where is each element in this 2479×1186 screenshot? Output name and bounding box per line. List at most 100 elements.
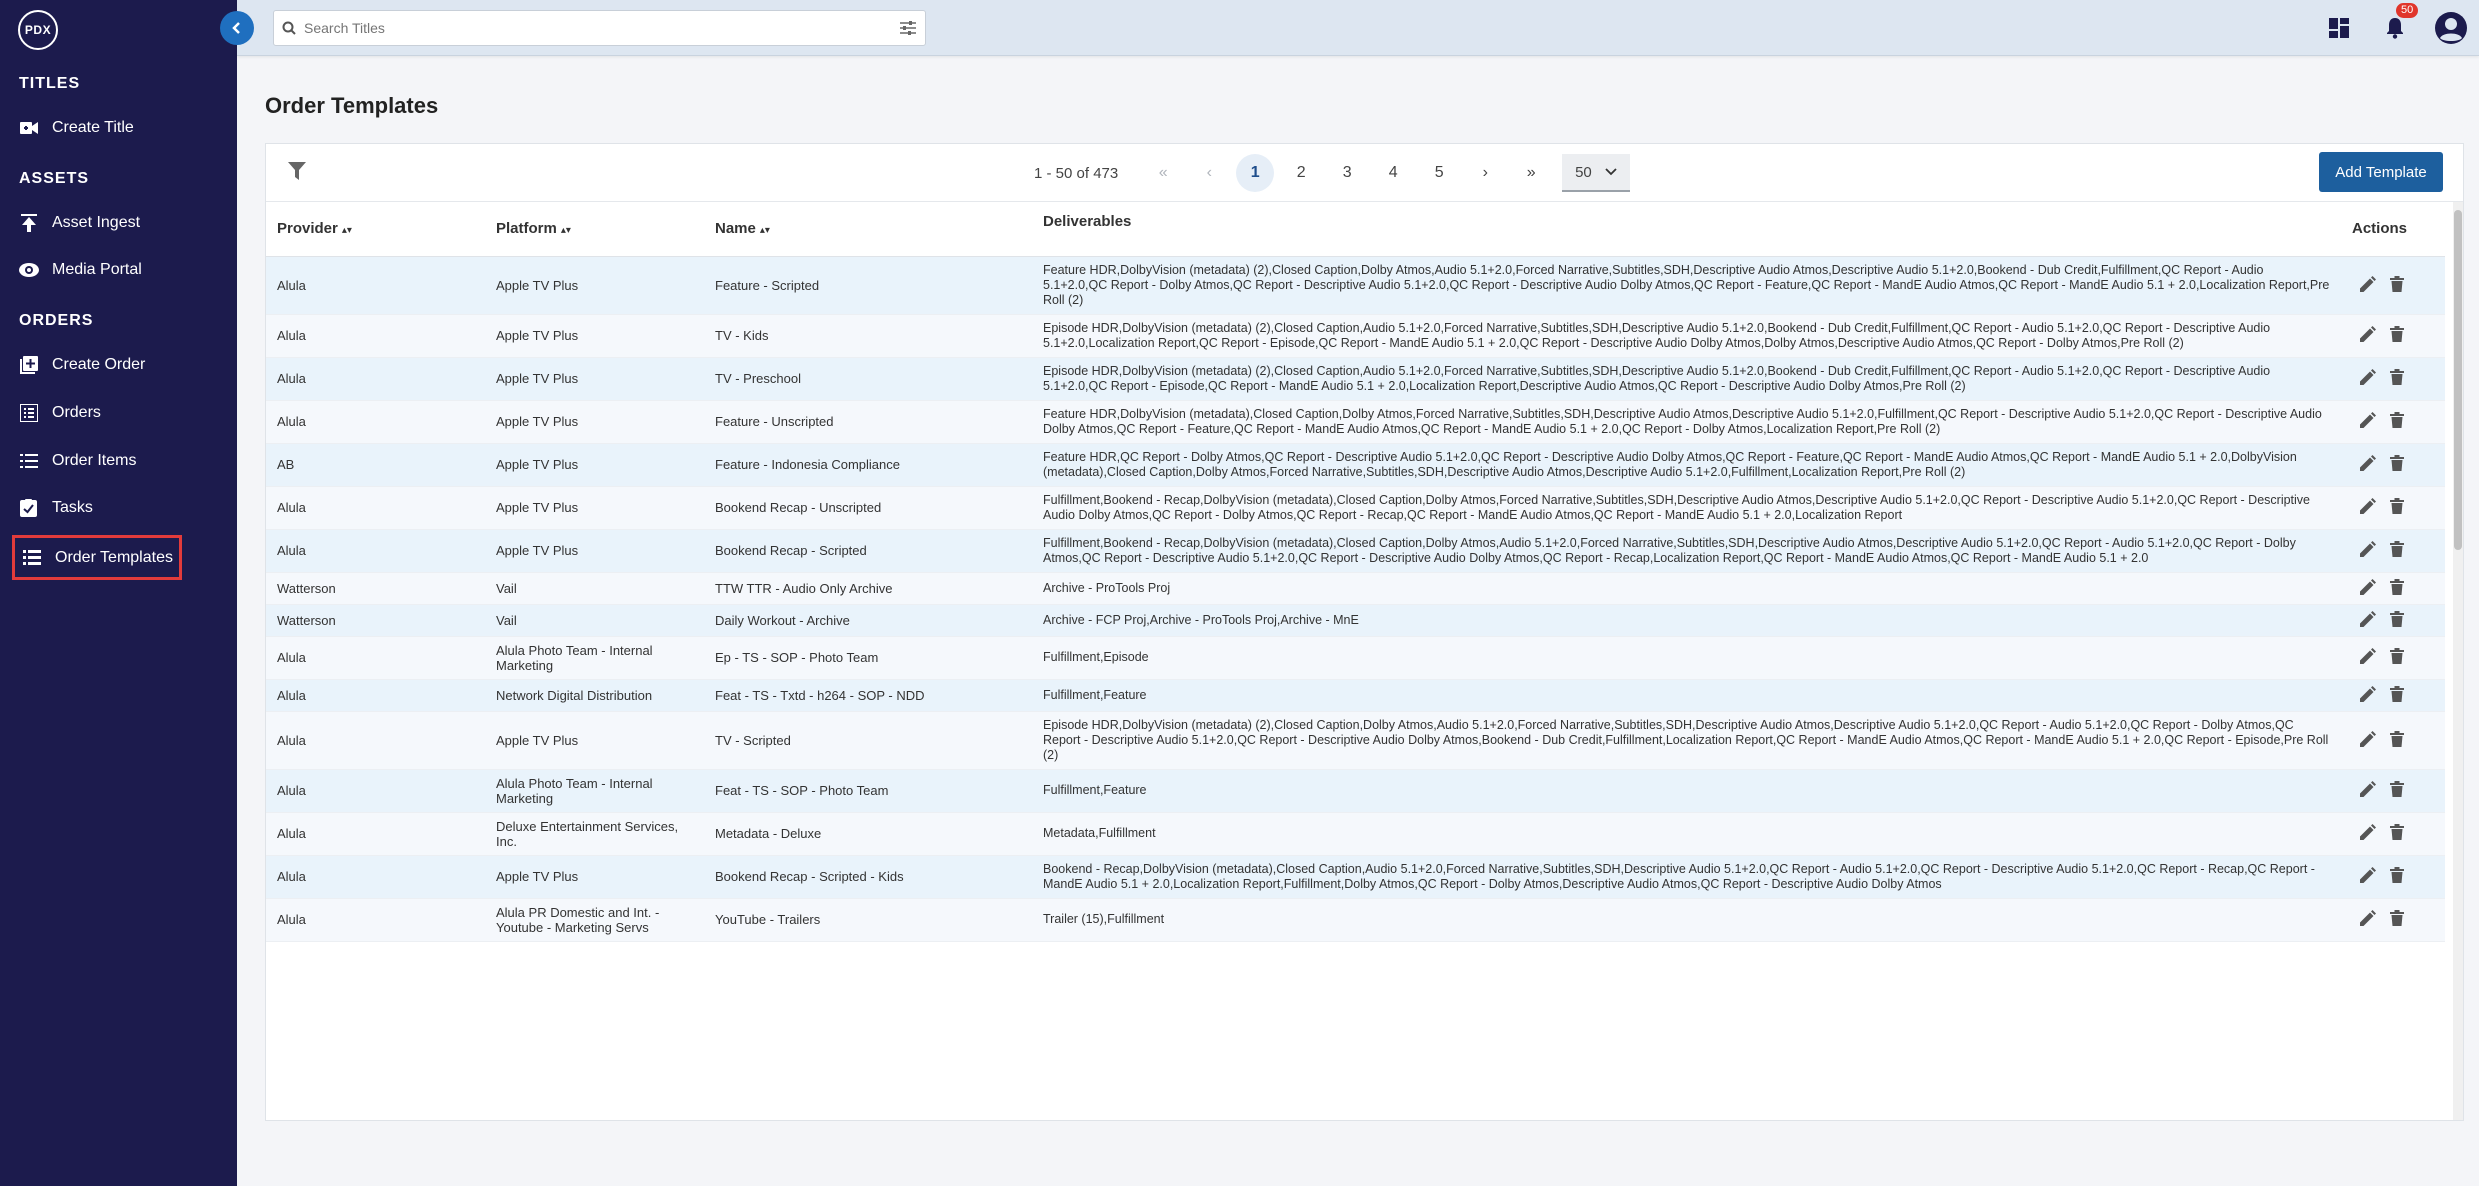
delete-icon[interactable] (2390, 610, 2404, 630)
notifications-button[interactable]: 50 (2367, 3, 2423, 39)
table-row[interactable]: Alula Apple TV Plus Bookend Recap - Scri… (266, 855, 2445, 899)
filter-icon[interactable] (288, 162, 306, 185)
first-page-button[interactable]: « (1140, 154, 1186, 192)
app-logo[interactable]: PDX (18, 10, 58, 50)
column-header-platform[interactable]: Platform ▴▾ (485, 202, 704, 257)
table-row[interactable]: Alula Apple TV Plus Feature - Scripted F… (266, 256, 2445, 315)
table-toolbar: 1 - 50 of 473 « ‹ 1 2 3 4 5 › » 50 Add T… (266, 144, 2463, 202)
table-row[interactable]: Alula Alula Photo Team - Internal Market… (266, 636, 2445, 680)
delete-icon[interactable] (2390, 455, 2404, 474)
edit-icon[interactable] (2360, 275, 2376, 295)
cell-provider: Alula (266, 256, 485, 315)
edit-icon[interactable] (2360, 498, 2376, 517)
eye-icon (18, 259, 40, 281)
edit-icon[interactable] (2360, 685, 2376, 705)
next-page-button[interactable]: › (1462, 154, 1508, 192)
table-row[interactable]: Alula Deluxe Entertainment Services, Inc… (266, 812, 2445, 856)
delete-icon[interactable] (2390, 730, 2404, 750)
dashboard-button[interactable] (2311, 18, 2367, 38)
edit-icon[interactable] (2360, 412, 2376, 431)
sidebar-item-order-templates[interactable]: Order Templates (12, 535, 182, 580)
table-row[interactable]: Alula Network Digital Distribution Feat … (266, 679, 2445, 712)
upload-icon (18, 212, 40, 234)
cell-name: Bookend Recap - Unscripted (704, 486, 1032, 530)
collapse-sidebar-button[interactable] (220, 11, 254, 45)
video-plus-icon (18, 117, 40, 139)
delete-icon[interactable] (2390, 685, 2404, 705)
sidebar-item-media-portal[interactable]: Media Portal (12, 250, 182, 290)
cell-platform: Alula Photo Team - Internal Marketing (485, 636, 704, 680)
table-row[interactable]: Watterson Vail TTW TTR - Audio Only Arch… (266, 572, 2445, 605)
sidebar-item-asset-ingest[interactable]: Asset Ingest (12, 203, 182, 243)
edit-icon[interactable] (2360, 910, 2376, 929)
edit-icon[interactable] (2360, 610, 2376, 630)
page-button-1[interactable]: 1 (1236, 154, 1275, 192)
column-header-name[interactable]: Name ▴▾ (704, 202, 1032, 257)
delete-icon[interactable] (2390, 824, 2404, 843)
edit-icon[interactable] (2360, 648, 2376, 667)
delete-icon[interactable] (2390, 648, 2404, 667)
delete-icon[interactable] (2390, 781, 2404, 800)
delete-icon[interactable] (2390, 369, 2404, 388)
edit-icon[interactable] (2360, 781, 2376, 800)
sidebar-item-create-title[interactable]: Create Title (12, 108, 182, 148)
page-size-value: 50 (1575, 163, 1592, 181)
page-button-5[interactable]: 5 (1416, 154, 1462, 192)
table-row[interactable]: Alula Alula Photo Team - Internal Market… (266, 769, 2445, 813)
pagination-range: 1 - 50 of 473 (1034, 164, 1119, 182)
table-row[interactable]: Alula Apple TV Plus Bookend Recap - Scri… (266, 529, 2445, 573)
table-row[interactable]: Alula Apple TV Plus Bookend Recap - Unsc… (266, 486, 2445, 530)
sidebar-item-label: Order Templates (55, 548, 173, 566)
column-label: Actions (2352, 220, 2408, 238)
table-scrollbar-thumb[interactable] (2454, 210, 2462, 550)
delete-icon[interactable] (2390, 541, 2404, 560)
column-header-provider[interactable]: Provider ▴▾ (266, 202, 485, 257)
prev-page-button[interactable]: ‹ (1186, 154, 1232, 192)
delete-icon[interactable] (2390, 910, 2404, 929)
table-row[interactable]: Alula Apple TV Plus TV - Scripted Episod… (266, 711, 2445, 770)
edit-icon[interactable] (2360, 867, 2376, 886)
sidebar-item-orders[interactable]: Orders (12, 393, 182, 433)
edit-icon[interactable] (2360, 369, 2376, 388)
cell-name: TV - Preschool (704, 357, 1032, 401)
filter-settings-icon[interactable] (891, 21, 925, 35)
page-button-2[interactable]: 2 (1278, 154, 1324, 192)
cell-deliverables: Episode HDR,DolbyVision (metadata) (2),C… (1032, 357, 2341, 401)
table-row[interactable]: Watterson Vail Daily Workout - Archive A… (266, 604, 2445, 637)
table-row[interactable]: AB Apple TV Plus Feature - Indonesia Com… (266, 443, 2445, 487)
delete-icon[interactable] (2390, 578, 2404, 598)
edit-icon[interactable] (2360, 730, 2376, 750)
sidebar-item-tasks[interactable]: Tasks (12, 488, 182, 528)
delete-icon[interactable] (2390, 412, 2404, 431)
cell-platform: Apple TV Plus (485, 486, 704, 530)
delete-icon[interactable] (2390, 498, 2404, 517)
edit-icon[interactable] (2360, 578, 2376, 598)
add-template-button[interactable]: Add Template (2319, 152, 2443, 192)
edit-icon[interactable] (2360, 541, 2376, 560)
last-page-button[interactable]: » (1508, 154, 1554, 192)
table-row[interactable]: Alula Apple TV Plus Feature - Unscripted… (266, 400, 2445, 444)
delete-icon[interactable] (2390, 275, 2404, 295)
table-row[interactable]: Alula Apple TV Plus TV - Preschool Episo… (266, 357, 2445, 401)
cell-actions (2341, 711, 2445, 770)
cell-platform: Apple TV Plus (485, 314, 704, 358)
sidebar-item-create-order[interactable]: Create Order (12, 345, 182, 385)
page-button-4[interactable]: 4 (1370, 154, 1416, 192)
edit-icon[interactable] (2360, 455, 2376, 474)
delete-icon[interactable] (2390, 326, 2404, 345)
delete-icon[interactable] (2390, 867, 2404, 886)
edit-icon[interactable] (2360, 326, 2376, 345)
cell-deliverables: Feature HDR,DolbyVision (metadata),Close… (1032, 400, 2341, 444)
edit-icon[interactable] (2360, 824, 2376, 843)
sidebar: PDX TITLES Create Title ASSETS Asset Ing… (0, 0, 237, 1186)
page-button-3[interactable]: 3 (1324, 154, 1370, 192)
cell-name: Feature - Indonesia Compliance (704, 443, 1032, 487)
table-row[interactable]: Alula Alula PR Domestic and Int. - Youtu… (266, 898, 2445, 942)
account-button[interactable] (2423, 11, 2479, 45)
page-size-select[interactable]: 50 (1562, 154, 1631, 192)
search-input[interactable] (304, 20, 891, 36)
column-header-deliverables: Deliverables (1032, 202, 2341, 257)
cell-platform: Alula Photo Team - Internal Marketing (485, 769, 704, 813)
sidebar-item-order-items[interactable]: Order Items (12, 441, 182, 481)
table-row[interactable]: Alula Apple TV Plus TV - Kids Episode HD… (266, 314, 2445, 358)
